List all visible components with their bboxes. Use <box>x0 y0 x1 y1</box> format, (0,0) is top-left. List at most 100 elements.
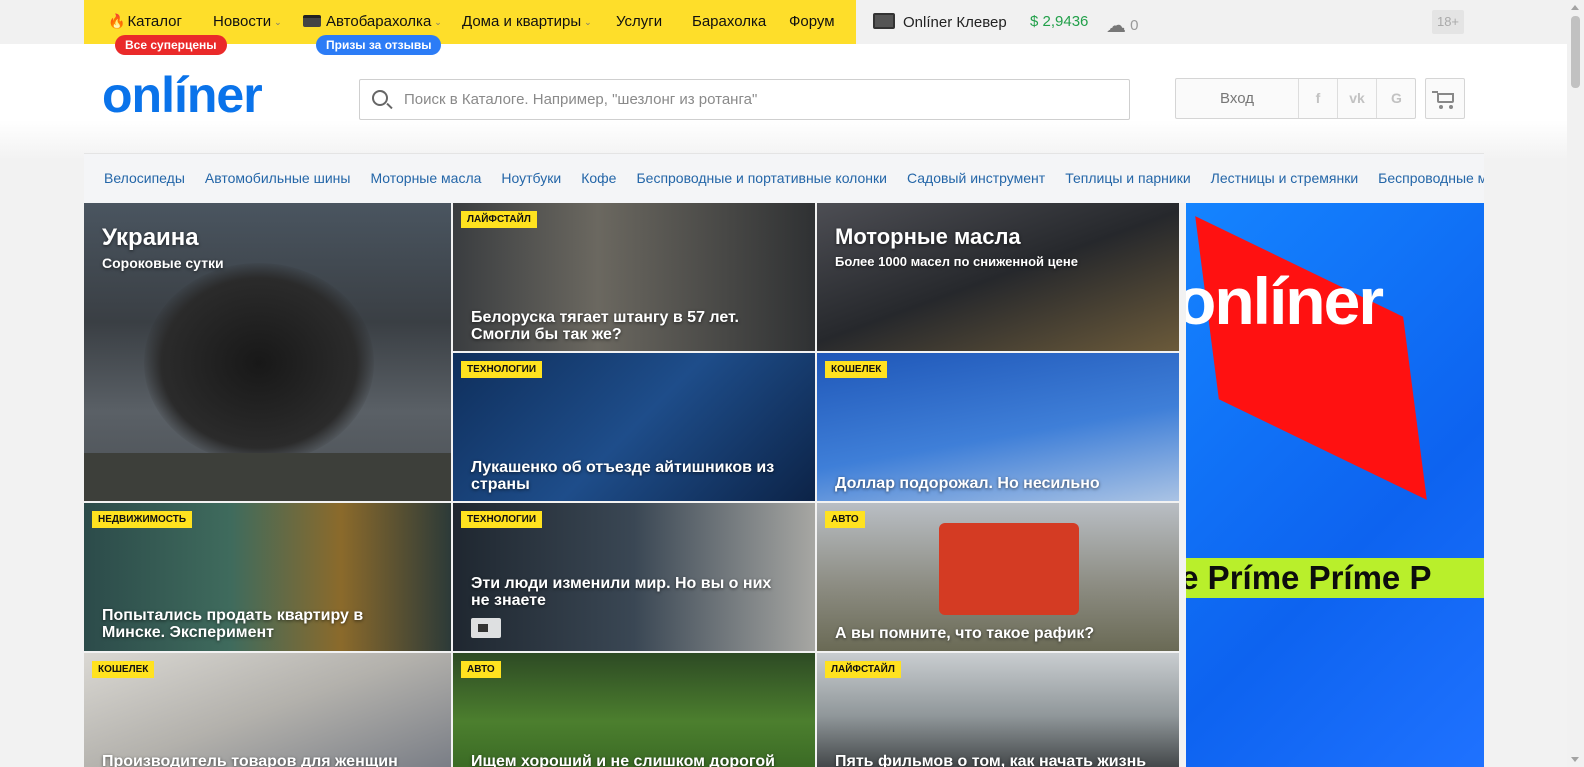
tile-title: Пять фильмов о том, как начать жизнь с <box>835 753 1147 767</box>
quick-link[interactable]: Моторные масла <box>370 170 481 186</box>
quick-link[interactable]: Теплицы и парники <box>1065 170 1190 186</box>
category-tag: Лайфстайл <box>461 211 537 228</box>
category-tag: Недвижимость <box>92 511 193 528</box>
tile-subtitle: Более 1000 масел по сниженной цене <box>835 254 1078 269</box>
nav-label: Барахолка <box>692 13 767 30</box>
nav-realty[interactable]: Дома и квартиры ⌄ <box>462 13 592 30</box>
page-scrollbar[interactable] <box>1567 0 1584 767</box>
nav-news[interactable]: Новости ⌄ <box>213 13 282 30</box>
tile-title: Попытались продать квартиру в Минске. Эк… <box>102 607 364 641</box>
tile-title: Моторные масла <box>835 224 1021 249</box>
promo-reviews-badge[interactable]: Призы за отзывы <box>316 35 442 55</box>
advert-banner[interactable]: onlíner ne Príme Príme P <box>1186 203 1484 767</box>
news-tile[interactable]: Недвижимость Попытались продать квартиру… <box>84 503 451 651</box>
news-tile[interactable]: Кошелек Производитель товаров для женщин <box>84 653 451 767</box>
search-input[interactable] <box>404 80 1104 119</box>
quick-links-bar: Велосипеды Автомобильные шины Моторные мас… <box>84 153 1484 203</box>
tile-subtitle: Сороковые сутки <box>102 255 224 271</box>
tile-title: Белоруска тягает штангу в 57 лет. Смогли… <box>471 309 739 343</box>
category-tag: Кошелек <box>825 361 888 378</box>
ad-prime-strip: ne Príme Príme P <box>1186 558 1484 598</box>
tile-title: Лукашенко об отъезде айтишников из стран… <box>471 459 775 493</box>
quick-link[interactable]: Кофе <box>581 170 616 186</box>
clever-label: Onlíner Клевер <box>903 14 1007 31</box>
search-box[interactable] <box>359 79 1130 120</box>
ad-strip-text: ne Príme Príme P <box>1186 559 1432 596</box>
site-logo[interactable]: onlíner <box>102 66 263 124</box>
quick-link[interactable]: Автомобильные шины <box>205 170 351 186</box>
news-tile[interactable]: Технологии Лукашенко об отъезде айтишник… <box>453 353 815 501</box>
auth-box: Вход f vk G <box>1175 78 1416 119</box>
quick-link[interactable]: Велосипеды <box>104 170 185 186</box>
nav-services[interactable]: Услуги <box>616 13 662 30</box>
quick-link[interactable]: Садовый инструмент <box>907 170 1045 186</box>
nav-label: Форум <box>789 13 835 30</box>
news-grid: Украина Сороковые сутки Лайфстайл Белору… <box>84 203 1184 767</box>
tile-title: А вы помните, что такое рафик? <box>835 625 1095 642</box>
nav-catalog[interactable]: 🔥 Каталог <box>108 13 182 30</box>
promo-superprice-badge[interactable]: Все суперцены <box>115 35 227 55</box>
nav-label: Автобарахолка <box>326 13 432 30</box>
quick-link[interactable]: Беспроводные ма <box>1378 170 1484 186</box>
quick-link[interactable]: Беспроводные и портативные колонки <box>636 170 887 186</box>
news-tile[interactable]: Технологии Эти люди изменили мир. Но вы … <box>453 503 815 651</box>
news-tile[interactable]: Лайфстайл Пять фильмов о том, как начать… <box>817 653 1179 767</box>
nav-label: Дома и квартиры <box>462 13 582 30</box>
chevron-down-icon: ⌄ <box>434 17 442 27</box>
quick-link[interactable]: Лестницы и стремянки <box>1211 170 1359 186</box>
chevron-down-icon: ⌄ <box>274 17 282 27</box>
nav-label: Услуги <box>616 13 663 30</box>
tile-title: Украина <box>102 224 199 251</box>
search-icon <box>372 90 388 106</box>
news-tile-promo[interactable]: Моторные масла Более 1000 масел по сниже… <box>817 203 1179 351</box>
clever-card-icon <box>873 13 895 29</box>
news-tile[interactable]: Лайфстайл Белоруска тягает штангу в 57 л… <box>453 203 815 351</box>
category-tag: Технологии <box>461 361 543 378</box>
cloud-icon: ☁ <box>1106 15 1126 37</box>
weather-temp: 0 <box>1130 17 1139 34</box>
ad-logo-text: onlíner <box>1186 264 1384 338</box>
facebook-login-icon[interactable]: f <box>1299 79 1338 118</box>
news-tile[interactable]: Авто Ищем хороший и не слишком дорогой <box>453 653 815 767</box>
weather-widget[interactable]: ☁ 0 <box>1106 13 1139 38</box>
chevron-down-icon: ⌄ <box>584 17 592 27</box>
tile-title: Производитель товаров для женщин <box>102 753 398 767</box>
tile-title: Доллар подорожал. Но несильно <box>835 475 1100 492</box>
card-icon <box>303 15 321 27</box>
nav-forum[interactable]: Форум <box>789 13 835 30</box>
scroll-down-icon[interactable] <box>1571 757 1579 762</box>
quick-link[interactable]: Ноутбуки <box>501 170 561 186</box>
scrollbar-thumb[interactable] <box>1571 16 1580 88</box>
nav-label: Новости <box>213 13 272 30</box>
news-tile[interactable]: Авто А вы помните, что такое рафик? <box>817 503 1179 651</box>
smoke-image <box>144 263 374 463</box>
category-tag: Авто <box>825 511 865 528</box>
category-tag: Лайфстайл <box>825 661 901 678</box>
age-badge: 18+ <box>1432 10 1464 34</box>
nav-auto[interactable]: Автобарахолка ⌄ <box>303 13 442 30</box>
tile-title: Эти люди изменили мир. Но вы о них не зн… <box>471 575 772 609</box>
page: 🔥 Каталог Новости ⌄ Автобарахолка ⌄ Дома и … <box>0 0 1584 767</box>
login-button[interactable]: Вход <box>1176 79 1299 118</box>
cart-icon <box>1432 91 1454 103</box>
cart-button[interactable] <box>1425 78 1465 119</box>
nav-label: Каталог <box>127 13 182 30</box>
news-tile[interactable]: Кошелек Доллар подорожал. Но несильно <box>817 353 1179 501</box>
clever-link[interactable]: Onlíner Клевер <box>873 13 1007 31</box>
ad-red-shape <box>1195 216 1427 500</box>
top-bar: 🔥 Каталог Новости ⌄ Автобарахолка ⌄ Дома и … <box>0 0 1584 55</box>
news-tile-big[interactable]: Украина Сороковые сутки <box>84 203 451 501</box>
logo-text: onlíner <box>102 67 263 123</box>
video-icon <box>471 618 501 638</box>
category-tag: Технологии <box>461 511 543 528</box>
tile-title: Ищем хороший и не слишком дорогой <box>471 753 775 767</box>
category-tag: Авто <box>461 661 501 678</box>
category-tag: Кошелек <box>92 661 155 678</box>
vk-login-icon[interactable]: vk <box>1338 79 1377 118</box>
scroll-up-icon[interactable] <box>1571 5 1579 10</box>
fire-icon: 🔥 <box>108 13 126 29</box>
nav-baraholka[interactable]: Барахолка <box>692 13 766 30</box>
van-image <box>939 523 1079 615</box>
currency-rate[interactable]: $ 2,9436 <box>1030 13 1088 30</box>
google-login-icon[interactable]: G <box>1377 79 1416 118</box>
